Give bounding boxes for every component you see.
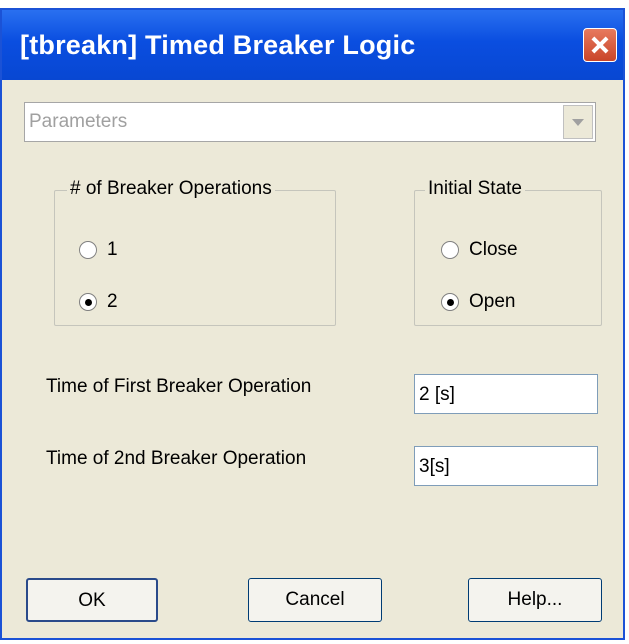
- help-button[interactable]: Help...: [468, 578, 602, 622]
- radio-open[interactable]: [441, 293, 459, 311]
- breaker-operations-legend: # of Breaker Operations: [67, 178, 275, 200]
- radio-option-close[interactable]: Close: [441, 239, 518, 261]
- parameters-dropdown[interactable]: Parameters: [24, 102, 596, 142]
- radio-1-label: 1: [107, 239, 118, 260]
- cancel-button[interactable]: Cancel: [248, 578, 382, 622]
- first-operation-label: Time of First Breaker Operation: [46, 376, 312, 397]
- radio-close[interactable]: [441, 241, 459, 259]
- radio-1[interactable]: [79, 241, 97, 259]
- initial-state-legend: Initial State: [425, 178, 525, 200]
- title-bar[interactable]: [tbreakn] Timed Breaker Logic: [2, 10, 623, 80]
- dropdown-value: Parameters: [29, 111, 128, 132]
- breaker-operations-group: # of Breaker Operations 1 2: [54, 178, 336, 326]
- radio-close-label: Close: [469, 239, 518, 260]
- radio-open-label: Open: [469, 291, 516, 312]
- radio-2[interactable]: [79, 293, 97, 311]
- radio-2-label: 2: [107, 291, 118, 312]
- radio-option-2[interactable]: 2: [79, 291, 118, 313]
- initial-state-group: Initial State Close Open: [414, 178, 602, 326]
- first-operation-time-input[interactable]: 2 [s]: [414, 374, 598, 414]
- close-icon[interactable]: [583, 28, 617, 62]
- ok-button[interactable]: OK: [26, 578, 158, 622]
- window-title: [tbreakn] Timed Breaker Logic: [20, 30, 416, 60]
- chevron-down-icon[interactable]: [563, 105, 593, 139]
- second-operation-label: Time of 2nd Breaker Operation: [46, 448, 307, 469]
- dialog-window: [tbreakn] Timed Breaker Logic Parameters…: [0, 8, 625, 640]
- second-operation-time-input[interactable]: 3[s]: [414, 446, 598, 486]
- radio-option-open[interactable]: Open: [441, 291, 515, 313]
- radio-option-1[interactable]: 1: [79, 239, 118, 261]
